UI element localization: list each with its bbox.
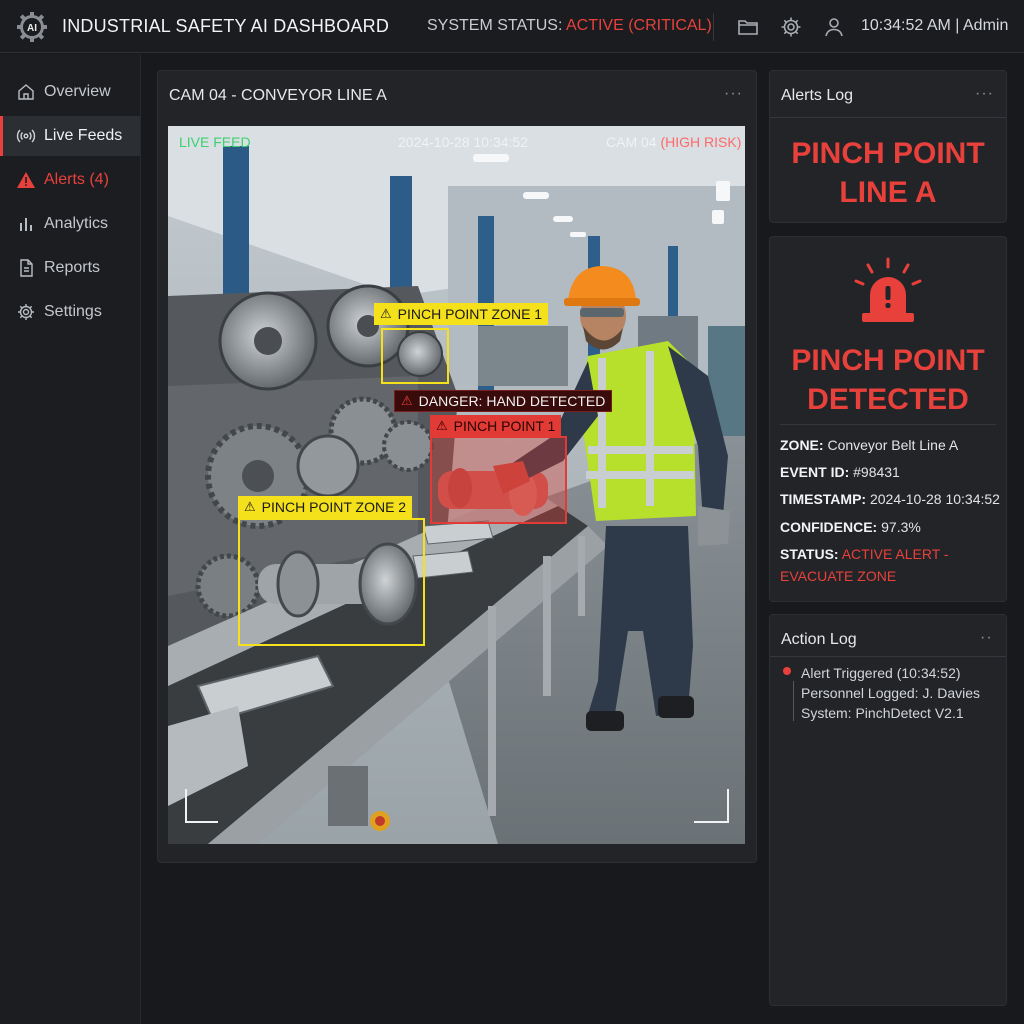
status-row: STATUS: ACTIVE ALERT -: [780, 546, 949, 562]
timestamp-row: TIMESTAMP: 2024-10-28 10:34:52: [780, 491, 1000, 507]
sidebar-item-label: Settings: [44, 303, 102, 320]
panel-divider: [770, 117, 1006, 118]
alerts-log-headline-2[interactable]: LINE A: [770, 173, 1006, 212]
app-title: INDUSTRIAL SAFETY AI DASHBOARD: [62, 16, 390, 36]
bar-chart-icon: [20, 218, 32, 231]
alert-detail-panel: PINCH POINT DETECTED ZONE: Conveyor Belt…: [769, 236, 1007, 602]
top-header: AI INDUSTRIAL SAFETY AI DASHBOARD SYSTEM…: [0, 0, 1024, 53]
danger-label: ⚠ DANGER: HAND DETECTED: [394, 390, 613, 412]
status-value-continued: EVACUATE ZONE: [780, 568, 897, 584]
corner-bracket-bottom-left: [185, 789, 218, 823]
document-icon: [20, 259, 33, 277]
sidebar-item-overview[interactable]: Overview: [0, 72, 140, 112]
action-log-menu-button[interactable]: ··: [980, 629, 993, 647]
system-status: SYSTEM STATUS: ACTIVE (CRITICAL): [427, 17, 712, 35]
confidence-value: 97.3%: [881, 519, 921, 535]
home-icon: [18, 84, 34, 100]
sidebar: Overview Live Feeds Alerts (4) Analytics…: [0, 54, 141, 1024]
camera-panel: CAM 04 - CONVEYOR LINE A ··· LIVE FEED 2…: [157, 70, 757, 863]
pinch-point-1-label: ⚠ PINCH POINT 1: [430, 415, 562, 437]
warning-icon: ⚠: [401, 393, 413, 408]
clock-user[interactable]: 10:34:52 AM | Admin: [861, 17, 1008, 35]
pinch-point-1-box[interactable]: [430, 436, 567, 524]
sidebar-item-analytics[interactable]: Analytics: [0, 204, 140, 244]
event-id-row: EVENT ID: #98431: [780, 464, 900, 480]
panel-divider: [770, 656, 1006, 657]
zone-label: ZONE:: [780, 437, 824, 453]
header-divider: [713, 13, 714, 41]
user-icon[interactable]: [822, 15, 846, 39]
pinch-zone-2-text: PINCH POINT ZONE 2: [261, 499, 407, 515]
event-id-label: EVENT ID:: [780, 464, 850, 480]
log-entry: System: PinchDetect V2.1: [801, 705, 964, 721]
warning-icon: ⚠: [436, 418, 448, 433]
broadcast-icon: [16, 129, 36, 143]
zone-value: Conveyor Belt Line A: [827, 437, 959, 453]
pinch-zone-1-box[interactable]: [381, 328, 449, 384]
ai-gear-logo-icon: AI: [17, 12, 47, 42]
camera-menu-button[interactable]: ···: [724, 85, 743, 103]
sidebar-item-settings[interactable]: Settings: [0, 292, 140, 332]
system-status-value: ACTIVE (CRITICAL): [565, 17, 712, 34]
alerts-log-menu-button[interactable]: ···: [975, 85, 994, 103]
danger-text: DANGER: HAND DETECTED: [418, 393, 606, 409]
risk-level: (HIGH RISK): [660, 134, 742, 150]
sidebar-item-alerts[interactable]: Alerts (4): [0, 160, 140, 200]
zone-row: ZONE: Conveyor Belt Line A: [780, 437, 958, 453]
timestamp-value: 2024-10-28 10:34:52: [869, 491, 1000, 507]
status-value: ACTIVE ALERT -: [841, 546, 949, 562]
log-entry: Personnel Logged: J. Davies: [801, 685, 980, 701]
sidebar-item-live-feeds[interactable]: Live Feeds: [0, 116, 140, 156]
action-log-panel: Action Log ·· Alert Triggered (10:34:52)…: [769, 614, 1007, 1006]
camera-title: CAM 04 - CONVEYOR LINE A: [169, 87, 387, 104]
logo-text: AI: [27, 23, 37, 34]
status-label: STATUS:: [780, 546, 839, 562]
sidebar-item-label: Live Feeds: [44, 127, 123, 144]
feed-timestamp: 2024-10-28 10:34:52: [398, 134, 528, 150]
log-entry: Alert Triggered (10:34:52): [801, 665, 961, 681]
sidebar-item-label: Reports: [44, 259, 101, 276]
alarm-siren-icon: [854, 257, 922, 322]
cam-id: CAM 04: [606, 134, 657, 150]
pinch-zone-1-text: PINCH POINT ZONE 1: [397, 306, 543, 322]
sidebar-item-reports[interactable]: Reports: [0, 248, 140, 288]
warning-icon: ⚠: [244, 499, 256, 514]
sidebar-item-label: Analytics: [44, 215, 109, 232]
pinch-zone-2-box[interactable]: [238, 518, 425, 646]
alert-headline-2: DETECTED: [807, 383, 969, 416]
event-id-value: #98431: [853, 464, 900, 480]
action-log-title: Action Log: [781, 631, 857, 648]
timestamp-label: TIMESTAMP:: [780, 491, 867, 507]
alerts-log-panel: Alerts Log ··· PINCH POINT LINE A: [769, 70, 1007, 223]
warning-icon: [17, 172, 35, 188]
alert-headline-1: PINCH POINT: [791, 344, 985, 377]
confidence-row: CONFIDENCE: 97.3%: [780, 519, 921, 535]
pinch-zone-1-label: ⚠ PINCH POINT ZONE 1: [374, 303, 549, 325]
folder-icon[interactable]: [736, 15, 760, 39]
log-status-dot: [783, 667, 791, 675]
gear-icon: [18, 304, 34, 320]
pinch-zone-2-label: ⚠ PINCH POINT ZONE 2: [238, 496, 413, 518]
camera-feed: LIVE FEED 2024-10-28 10:34:52 CAM 04 (HI…: [168, 126, 745, 844]
system-status-label: SYSTEM STATUS:: [427, 17, 563, 34]
sidebar-item-label: Alerts (4): [44, 171, 109, 188]
live-feed-label: LIVE FEED: [179, 134, 251, 150]
panel-divider: [780, 424, 996, 425]
pinch-point-1-text: PINCH POINT 1: [453, 418, 556, 434]
gear-icon[interactable]: [779, 15, 803, 39]
cam-risk: CAM 04 (HIGH RISK): [606, 134, 741, 150]
alerts-log-headline-1[interactable]: PINCH POINT: [770, 134, 1006, 173]
log-timeline-line: [793, 681, 794, 721]
alerts-log-title: Alerts Log: [781, 87, 854, 104]
warning-icon: ⚠: [380, 306, 392, 321]
sidebar-item-label: Overview: [44, 83, 111, 100]
corner-bracket-bottom-right: [694, 789, 729, 823]
confidence-label: CONFIDENCE:: [780, 519, 878, 535]
